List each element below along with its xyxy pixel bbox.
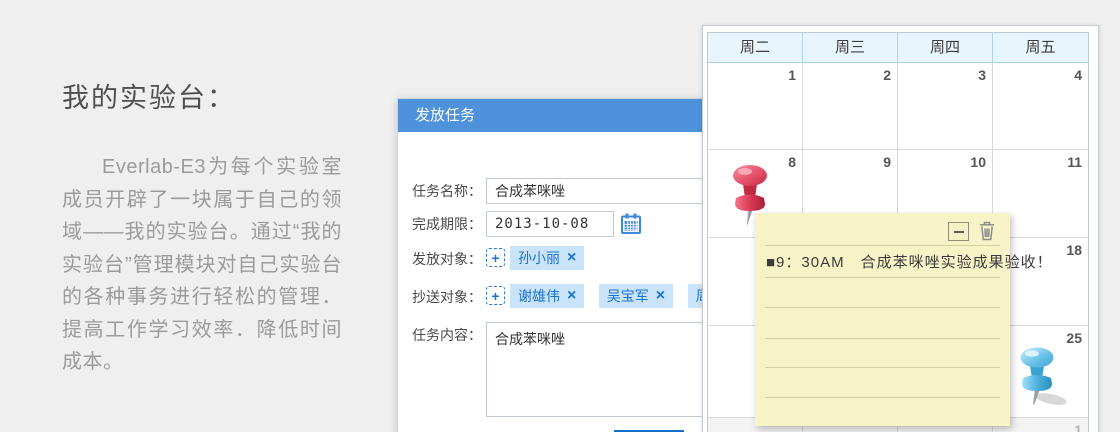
note-text: ■9：30AM 合成苯咪唑实验成果验收！ [766, 254, 1053, 271]
cc-label: 抄送对象： [412, 289, 482, 305]
note-rule-line [765, 245, 1000, 246]
calendar-header-tue: 周二 [708, 33, 803, 63]
calendar-header-wed: 周三 [803, 33, 898, 63]
page: 我的实验台： Everlab-E3为每个实验室成员开辟了一块属于自己的领域——我… [0, 0, 1120, 432]
attachment-label: 附 件： [404, 428, 482, 432]
intro-paragraph: Everlab-E3为每个实验室成员开辟了一块属于自己的领域——我的实验台。通过… [62, 156, 342, 373]
plus-icon: + [491, 249, 500, 266]
chip-name: 谢雄伟 [518, 288, 560, 304]
calendar-header-fri: 周五 [993, 33, 1088, 63]
cc-chip: 吴宝军 × [598, 284, 674, 308]
collapse-note-button[interactable] [948, 222, 969, 241]
date-picker-button[interactable] [620, 213, 642, 235]
calendar-day-cell[interactable]: 4 [993, 63, 1088, 150]
sticky-note: ■9：30AM 合成苯咪唑实验成果验收！ [755, 213, 1052, 426]
note-rule-line [765, 367, 1000, 368]
calendar-day-cell[interactable]: 1 [708, 63, 803, 150]
add-cc-button[interactable]: + [486, 286, 505, 305]
note-rule-line [765, 338, 1000, 339]
intro-section: 我的实验台： Everlab-E3为每个实验室成员开辟了一块属于自己的领域——我… [62, 76, 342, 379]
calendar-day-cell[interactable]: 2 [803, 63, 898, 150]
assignee-chip: 孙小丽 × [510, 246, 585, 270]
content-label: 任务内容： [412, 327, 482, 343]
page-title: 我的实验台： [62, 83, 236, 113]
chip-name: 吴宝军 [606, 288, 649, 304]
deadline-label: 完成期限： [412, 216, 482, 232]
calendar-header-thu: 周四 [898, 33, 993, 63]
calendar-day-cell[interactable]: 3 [898, 63, 993, 150]
deadline-input[interactable] [486, 211, 614, 237]
note-rule-line [765, 307, 1000, 308]
calendar-icon [620, 213, 642, 238]
remove-chip-icon[interactable]: × [656, 288, 665, 304]
add-assignee-button[interactable]: + [486, 248, 505, 267]
delete-note-button[interactable] [978, 221, 996, 241]
remove-chip-icon[interactable]: × [567, 288, 576, 304]
task-name-label: 任务名称： [412, 183, 482, 199]
trash-icon [978, 221, 996, 244]
minus-icon [953, 230, 964, 233]
note-rule-line [765, 397, 1000, 398]
assignee-chips: 孙小丽 × [510, 246, 594, 270]
chip-name: 孙小丽 [518, 250, 560, 266]
plus-icon: + [491, 287, 500, 304]
remove-chip-icon[interactable]: × [567, 250, 576, 266]
cc-chip: 谢雄伟 × [510, 284, 585, 308]
assignees-label: 发放对象： [412, 251, 482, 267]
note-rule-line [765, 277, 1000, 278]
blue-pushpin-icon [1013, 346, 1069, 408]
